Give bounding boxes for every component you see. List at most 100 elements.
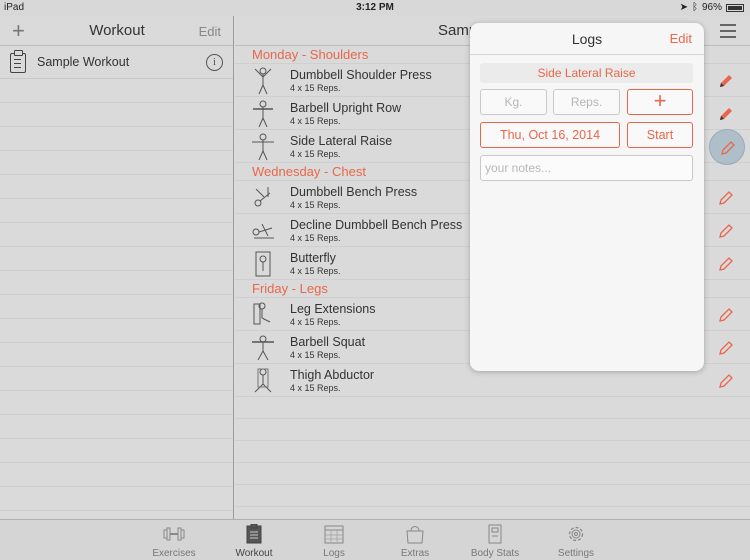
clipboard-icon	[246, 524, 262, 544]
list-separator	[235, 397, 750, 419]
exercise-name: Barbell Upright Row	[290, 101, 402, 115]
pencil-outline-icon[interactable]	[717, 372, 735, 390]
list-separator	[0, 151, 233, 175]
exercise-reps: 4 x 15 Reps.	[290, 233, 341, 243]
workout-item-label: Sample Workout	[37, 55, 130, 69]
tab-label: Logs	[323, 548, 345, 559]
info-icon[interactable]: i	[206, 54, 223, 71]
exercise-name: Thigh Abductor	[290, 368, 375, 382]
add-log-button[interactable]: +	[627, 89, 693, 115]
tab-label: Body Stats	[470, 548, 520, 559]
list-separator	[0, 199, 233, 223]
exercise-figure-icon	[250, 132, 276, 161]
list-separator	[0, 367, 233, 391]
exercise-reps: 4 x 15 Reps.	[290, 350, 341, 360]
list-separator	[0, 319, 233, 343]
exercise-figure-icon	[250, 99, 276, 128]
bluetooth-icon: ᛒ	[691, 2, 698, 13]
pencil-icon[interactable]	[717, 72, 735, 90]
tab-settings[interactable]: Settings	[541, 523, 611, 559]
exercise-figure-icon	[250, 333, 276, 362]
list-separator	[0, 343, 233, 367]
edit-workouts-button[interactable]: Edit	[199, 24, 221, 39]
list-separator	[0, 79, 233, 103]
tab-bar: Exercises Workout Logs Extras Body Stats…	[0, 519, 750, 560]
start-button[interactable]: Start	[627, 122, 693, 148]
exercise-name: Dumbbell Bench Press	[290, 185, 418, 199]
tab-workout[interactable]: Workout	[219, 523, 289, 559]
bag-icon	[406, 526, 424, 544]
selected-exercise-label: Side Lateral Raise	[480, 63, 693, 83]
clipboard-icon	[10, 50, 26, 73]
list-separator	[0, 175, 233, 199]
exercise-name: Dumbbell Shoulder Press	[290, 68, 432, 82]
list-separator	[0, 247, 233, 271]
list-separator	[0, 271, 233, 295]
exercise-name: Butterfly	[290, 251, 336, 265]
workout-header: + Workout Edit	[0, 16, 233, 46]
list-separator	[0, 487, 233, 511]
date-button[interactable]: Thu, Oct 16, 2014	[480, 122, 620, 148]
list-separator	[235, 485, 750, 507]
exercise-figure-icon	[250, 300, 276, 329]
tab-label: Workout	[235, 548, 273, 559]
exercise-reps: 4 x 15 Reps.	[290, 149, 341, 159]
battery-icon	[726, 3, 744, 12]
list-separator	[235, 441, 750, 463]
selected-pencil-button[interactable]	[709, 129, 745, 165]
status-bar: iPad 3:12 PM ➤ ᛒ 96%	[0, 0, 750, 16]
tab-label: Extras	[400, 548, 430, 559]
logs-header: Logs Edit	[470, 23, 704, 55]
gear-icon	[568, 526, 584, 542]
tab-label: Exercises	[152, 548, 196, 559]
calendar-icon	[324, 525, 344, 544]
pencil-icon[interactable]	[717, 105, 735, 123]
exercise-reps: 4 x 15 Reps.	[290, 266, 341, 276]
exercise-figure-icon	[250, 66, 276, 95]
list-separator	[235, 419, 750, 441]
pencil-outline-icon[interactable]	[717, 306, 735, 324]
pencil-outline-icon[interactable]	[717, 339, 735, 357]
exercise-reps: 4 x 15 Reps.	[290, 383, 341, 393]
status-time: 3:12 PM	[356, 2, 394, 13]
workout-list-pane: + Workout Edit Sample Workout i	[0, 16, 234, 519]
list-separator	[0, 415, 233, 439]
exercise-reps: 4 x 15 Reps.	[290, 83, 341, 93]
battery-percent: 96%	[701, 2, 722, 13]
list-separator	[0, 127, 233, 151]
notes-field[interactable]: your notes...	[480, 155, 693, 181]
pencil-outline-icon[interactable]	[717, 255, 735, 273]
exercise-figure-icon	[250, 216, 276, 245]
list-separator	[0, 103, 233, 127]
tab-body-stats[interactable]: Body Stats	[460, 523, 530, 559]
location-icon: ➤	[679, 2, 688, 13]
status-right: ➤ ᛒ 96%	[680, 2, 744, 13]
list-separator	[0, 439, 233, 463]
dumbbell-icon	[163, 527, 185, 541]
list-separator	[0, 391, 233, 415]
tab-logs[interactable]: Logs	[299, 523, 369, 559]
exercise-name: Leg Extensions	[290, 302, 376, 316]
exercise-reps: 4 x 15 Reps.	[290, 317, 341, 327]
exercise-name: Decline Dumbbell Bench Press	[290, 218, 463, 232]
exercise-reps: 4 x 15 Reps.	[290, 200, 341, 210]
reps-input[interactable]: Reps.	[553, 89, 620, 115]
workout-item-sample[interactable]: Sample Workout i	[0, 46, 233, 79]
tab-exercises[interactable]: Exercises	[139, 523, 209, 559]
exercise-reps: 4 x 15 Reps.	[290, 116, 341, 126]
scale-icon	[488, 524, 502, 544]
exercise-name: Barbell Squat	[290, 335, 366, 349]
pencil-outline-icon[interactable]	[717, 222, 735, 240]
pencil-outline-icon[interactable]	[717, 189, 735, 207]
menu-icon[interactable]	[720, 24, 736, 42]
edit-logs-button[interactable]: Edit	[670, 31, 692, 46]
tab-label: Settings	[557, 548, 595, 559]
tab-extras[interactable]: Extras	[380, 523, 450, 559]
logs-popover: Logs Edit Side Lateral Raise Kg. Reps. +…	[470, 23, 704, 371]
list-separator	[235, 463, 750, 485]
exercise-figure-icon	[250, 249, 276, 278]
exercise-figure-icon	[250, 366, 276, 395]
exercise-name: Side Lateral Raise	[290, 134, 393, 148]
pencil-outline-icon	[721, 141, 735, 155]
kg-input[interactable]: Kg.	[480, 89, 547, 115]
